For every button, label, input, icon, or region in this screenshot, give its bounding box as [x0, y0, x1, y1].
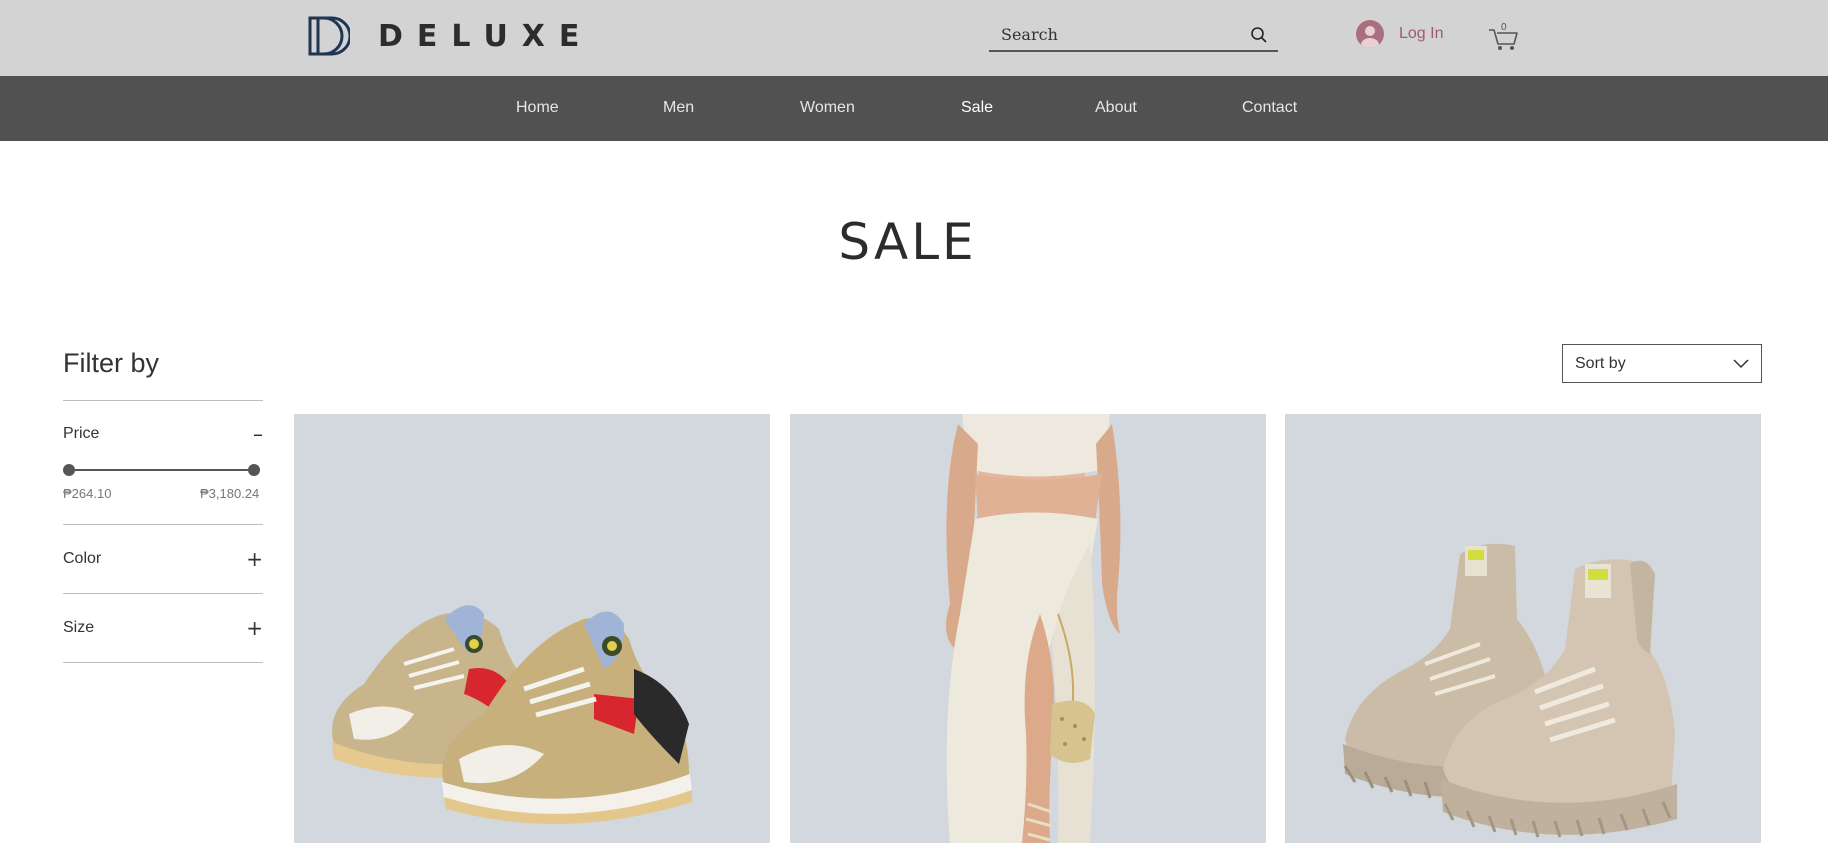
search-input[interactable]	[989, 20, 1229, 48]
expand-icon: +	[246, 547, 263, 571]
price-min-label: ₱264.10	[63, 486, 112, 501]
login-label: Log In	[1399, 25, 1444, 42]
nav-item-sale[interactable]: Sale	[961, 99, 993, 117]
filter-title: Filter by	[63, 348, 160, 378]
sort-dropdown[interactable]: Sort by	[1562, 344, 1762, 383]
product-card[interactable]	[294, 414, 770, 843]
divider	[63, 593, 263, 594]
nav-item-men[interactable]: Men	[663, 99, 694, 117]
product-card[interactable]	[1285, 414, 1761, 843]
login-button[interactable]: Log In	[1356, 20, 1443, 48]
cart-button[interactable]: 0	[1488, 22, 1520, 52]
filter-price-header[interactable]: Price –	[63, 422, 263, 446]
header: DELUXE Log In 0	[0, 0, 1828, 76]
main-nav: Home Men Women Sale About Contact	[0, 76, 1828, 141]
skirt-outfit-image	[946, 414, 1121, 843]
divider	[63, 662, 263, 663]
brand-logo[interactable]: DELUXE	[306, 14, 593, 58]
price-range-slider	[63, 463, 260, 477]
logo-mark-icon	[308, 16, 350, 56]
slider-min-handle[interactable]	[63, 464, 75, 476]
filter-color-header[interactable]: Color +	[63, 547, 263, 571]
search-bar	[989, 20, 1278, 52]
chevron-down-icon	[1733, 358, 1749, 368]
search-icon[interactable]	[1250, 26, 1268, 44]
nav-item-home[interactable]: Home	[516, 99, 559, 117]
divider	[63, 524, 263, 525]
slider-track	[69, 469, 254, 471]
nav-item-about[interactable]: About	[1095, 99, 1137, 117]
price-max-label: ₱3,180.24	[200, 486, 260, 501]
filter-size-header[interactable]: Size +	[63, 616, 263, 640]
collapse-icon: –	[253, 422, 263, 446]
cart-count: 0	[1501, 22, 1507, 33]
nav-item-contact[interactable]: Contact	[1242, 99, 1297, 117]
chunky-boots-image	[1343, 543, 1677, 838]
sneakers-image	[332, 605, 692, 824]
divider	[63, 400, 263, 401]
expand-icon: +	[246, 616, 263, 640]
filter-size-label: Size	[63, 619, 95, 636]
brand-name: DELUXE	[378, 18, 594, 54]
sort-label: Sort by	[1575, 354, 1626, 372]
user-avatar-icon	[1356, 20, 1384, 48]
slider-max-handle[interactable]	[248, 464, 260, 476]
nav-item-women[interactable]: Women	[800, 99, 855, 117]
page-title: SALE	[838, 213, 977, 271]
filter-color-label: Color	[63, 550, 102, 567]
product-card[interactable]	[790, 414, 1266, 843]
filter-price-label: Price	[63, 425, 100, 442]
